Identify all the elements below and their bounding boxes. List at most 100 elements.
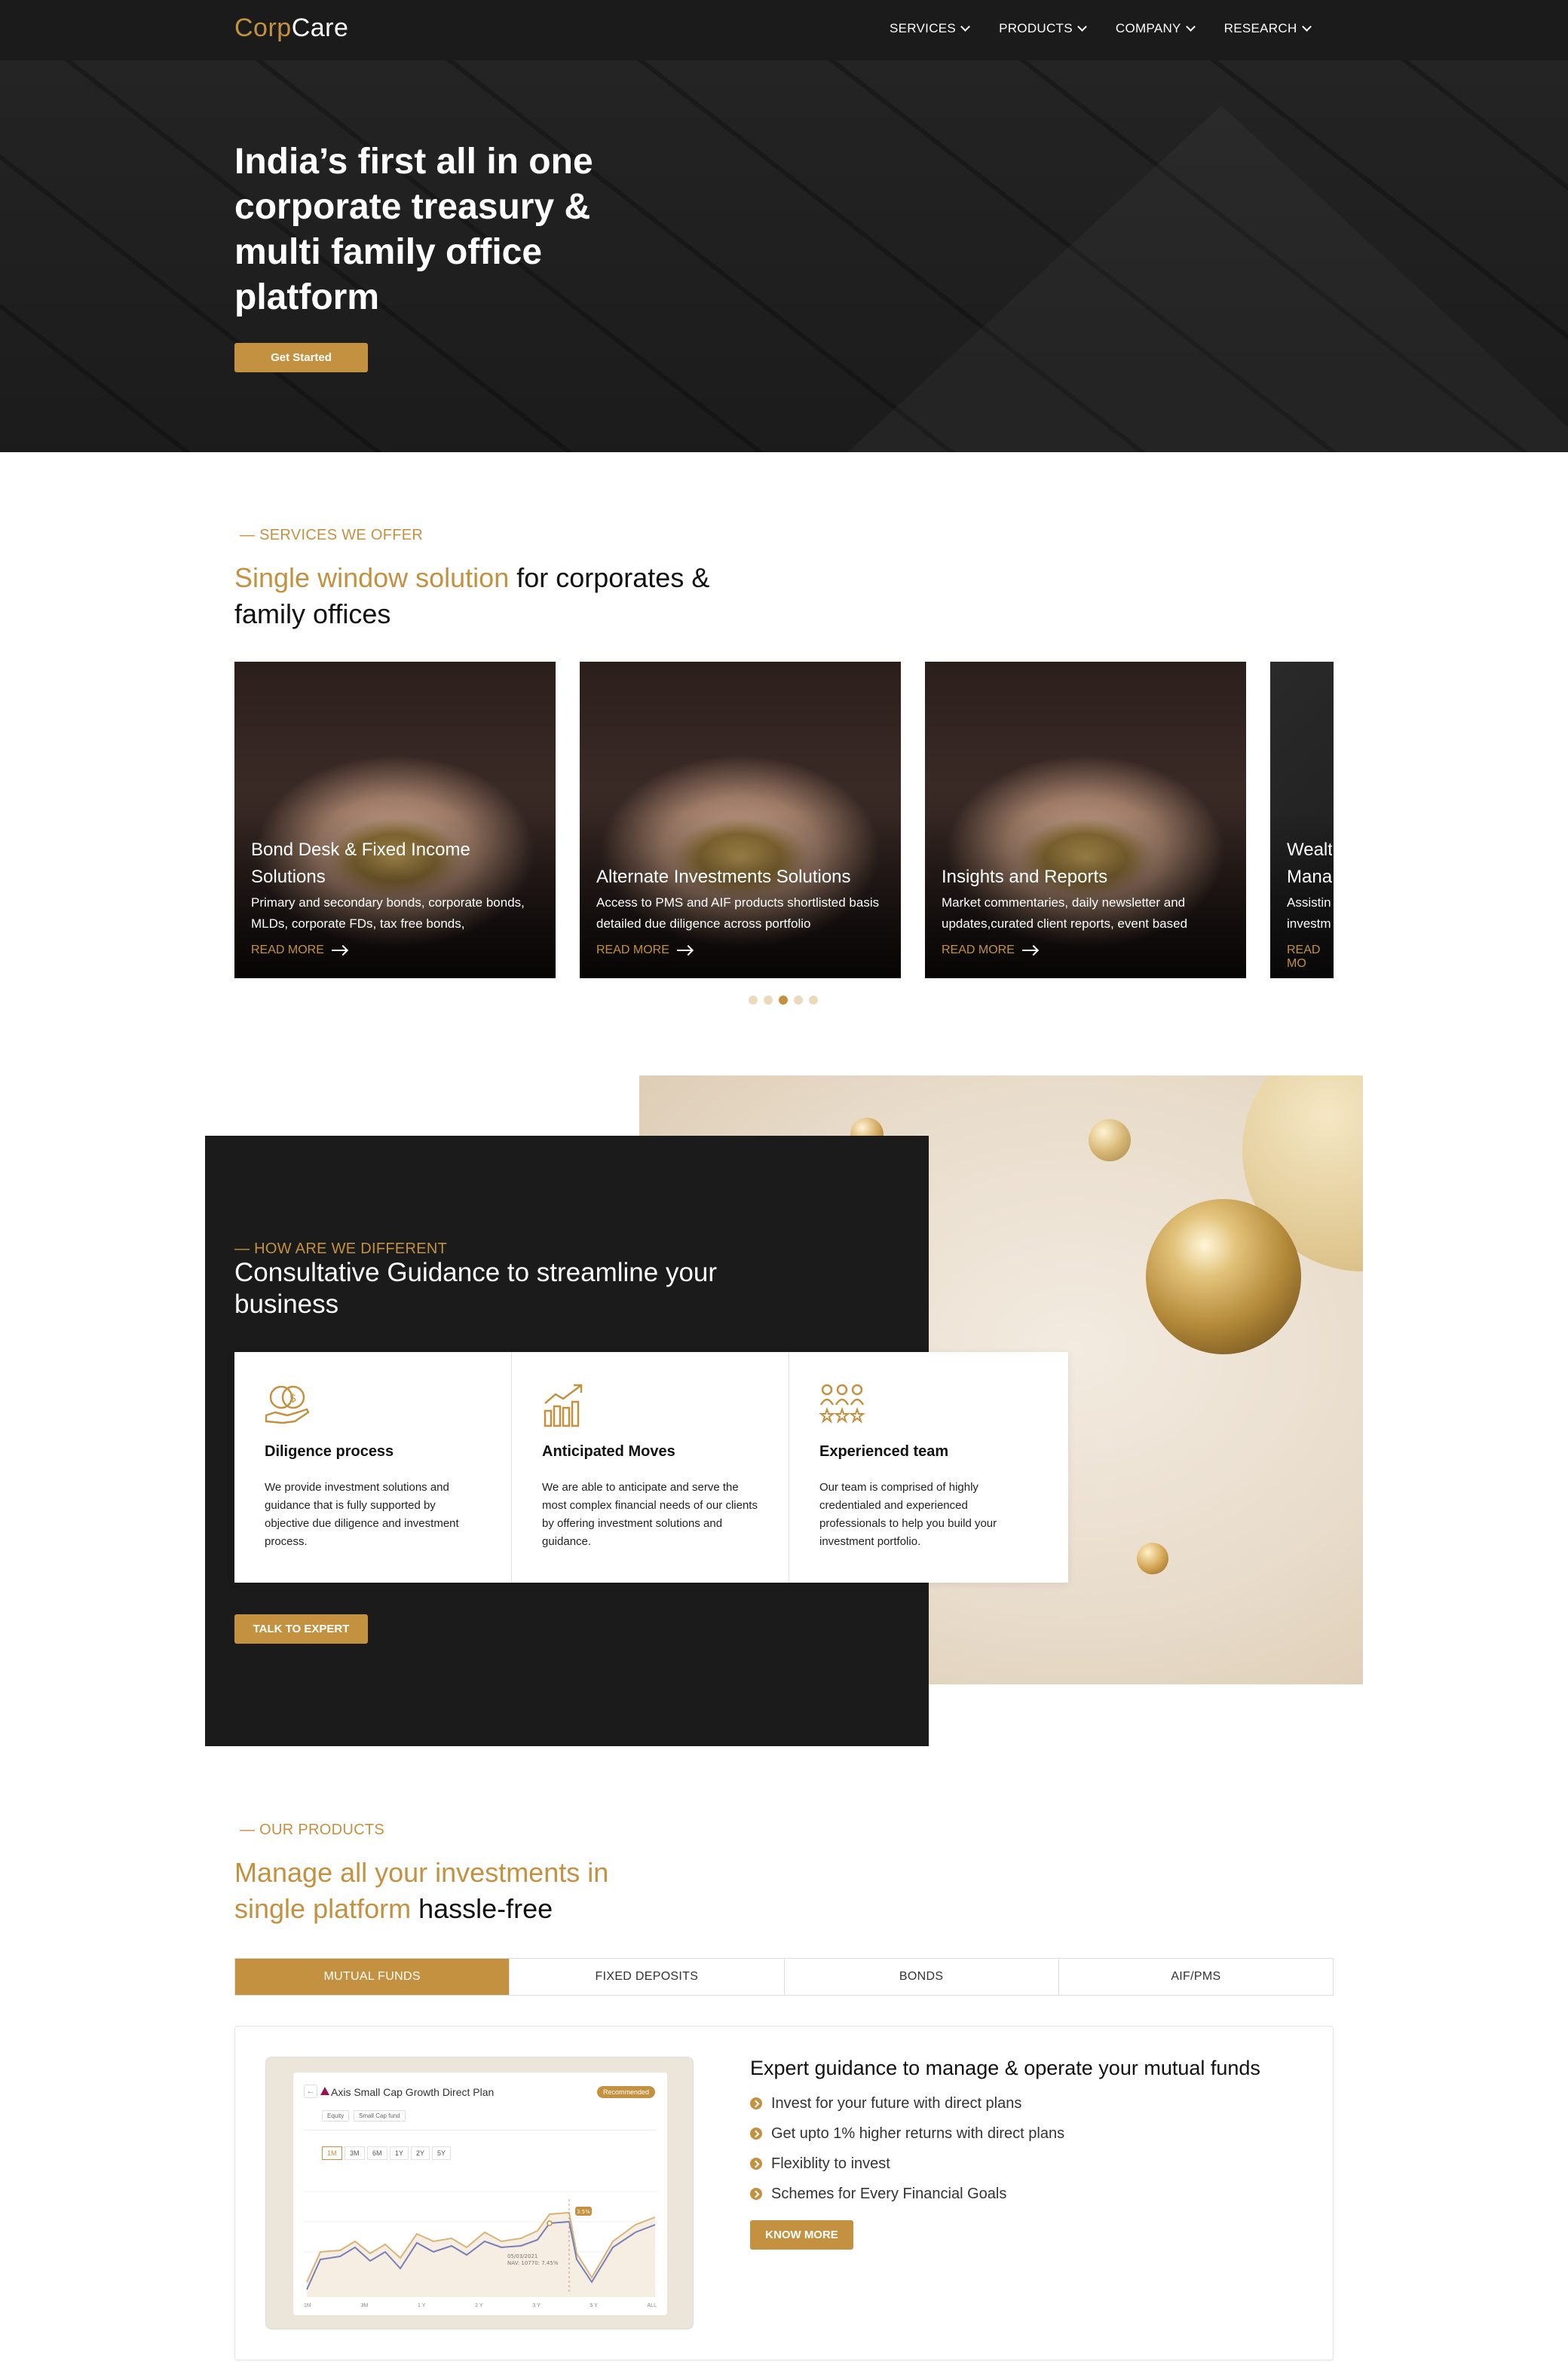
list-item: Get upto 1% higher returns with direct p…	[750, 2118, 1064, 2149]
get-started-button[interactable]: Get Started	[234, 343, 368, 372]
list-item: Flexiblity to invest	[750, 2149, 1064, 2179]
arrow-right-icon	[331, 950, 347, 951]
x-label: 2 Y	[475, 2303, 483, 2308]
feature-description: Our team is comprised of highly credenti…	[819, 1481, 997, 1548]
chevron-down-icon	[1077, 22, 1087, 32]
nav-item-research[interactable]: RESEARCH	[1223, 21, 1312, 36]
card-description: Primary and secondary bonds, corporate b…	[251, 895, 525, 931]
sphere	[1146, 1199, 1301, 1354]
read-more-label: READ MO	[1287, 944, 1321, 970]
nav-item-company[interactable]: COMPANY	[1115, 21, 1196, 36]
mockup-screen: ← Axis Small Cap Growth Direct Plan Reco…	[293, 2073, 667, 2315]
list-item-text: Invest for your future with direct plans	[771, 2094, 1022, 2112]
list-item-text: Flexiblity to invest	[771, 2155, 890, 2172]
fund-name: Axis Small Cap Growth Direct Plan	[331, 2086, 495, 2098]
carousel-dot[interactable]	[749, 996, 758, 1005]
services-eyebrow: — SERVICES WE OFFER	[240, 527, 424, 543]
chart-x-axis: 1M 3M 1 Y 2 Y 3 Y 5 Y ALL	[304, 2303, 657, 2308]
carousel-dot[interactable]	[764, 996, 773, 1005]
chevron-down-icon	[960, 22, 970, 32]
list-item: Invest for your future with direct plans	[750, 2088, 1064, 2118]
products-eyebrow: — OUR PRODUCTS	[240, 1822, 384, 1838]
x-label: 1 Y	[417, 2303, 426, 2308]
chevron-down-icon	[1301, 22, 1312, 32]
read-more-link[interactable]: READ MORE	[251, 944, 347, 957]
tab-fixed-deposits[interactable]: FIXED DEPOSITS	[510, 1959, 785, 1995]
tab-aif-pms[interactable]: AIF/PMS	[1059, 1959, 1333, 1995]
products-title: Manage all your investments in single pl…	[234, 1855, 657, 1927]
read-more-link[interactable]: READ MORE	[942, 944, 1037, 957]
list-item: Schemes for Every Financial Goals	[750, 2179, 1064, 2209]
read-more-label: READ MORE	[251, 944, 324, 956]
nav-menu: SERVICES PRODUCTS COMPANY RESEARCH	[890, 21, 1340, 36]
list-item-text: Schemes for Every Financial Goals	[771, 2185, 1007, 2202]
panel-title: Expert guidance to manage & operate your…	[750, 2057, 1260, 2079]
feature-description: We are able to anticipate and serve the …	[542, 1481, 758, 1548]
different-eyebrow: — HOW ARE WE DIFFERENT	[234, 1240, 448, 1257]
period-button: 1Y	[390, 2146, 409, 2160]
card-title: Alternate Investments Solutions	[596, 867, 851, 887]
services-carousel[interactable]: Bond Desk & Fixed Income Solutions Prima…	[234, 662, 1334, 978]
carousel-dot[interactable]	[794, 996, 803, 1005]
period-button: 5Y	[432, 2146, 452, 2160]
logo-corp: Corp	[234, 14, 292, 42]
service-card[interactable]: Wealth Mana Assistin investm READ MO	[1270, 662, 1334, 978]
arrow-circle-icon	[750, 2188, 762, 2200]
card-title: Insights and Reports	[942, 867, 1108, 887]
read-more-link[interactable]: READ MORE	[596, 944, 692, 957]
list-item-text: Get upto 1% higher returns with direct p…	[771, 2125, 1065, 2142]
tab-mutual-funds[interactable]: MUTUAL FUNDS	[235, 1959, 510, 1995]
back-icon: ←	[304, 2085, 317, 2098]
chart-marker-label: 3.5%	[577, 2209, 590, 2215]
service-card[interactable]: Insights and Reports Market commentaries…	[925, 662, 1246, 978]
feature-card: Anticipated Moves We are able to anticip…	[512, 1352, 789, 1583]
benefits-list: Invest for your future with direct plans…	[750, 2088, 1064, 2209]
logo[interactable]: CorpCare	[234, 14, 348, 43]
products-title-rest: hassle-free	[411, 1893, 553, 1924]
period-button: 1M	[322, 2146, 342, 2160]
nav-item-services[interactable]: SERVICES	[890, 21, 970, 36]
know-more-button[interactable]: KNOW MORE	[750, 2220, 853, 2250]
product-tabs: MUTUAL FUNDS FIXED DEPOSITS BONDS AIF/PM…	[234, 1958, 1334, 1996]
tooltip-date: 05/03/2021	[507, 2253, 537, 2259]
fund-chip: Small Cap fund	[354, 2110, 406, 2122]
sphere	[1137, 1543, 1168, 1574]
x-label: 3M	[360, 2303, 369, 2308]
nav-label: PRODUCTS	[999, 21, 1073, 35]
read-more-label: READ MORE	[942, 944, 1015, 956]
arrow-circle-icon	[750, 2158, 762, 2170]
hero-background-shape	[799, 106, 1568, 452]
period-button: 6M	[367, 2146, 387, 2160]
nav-label: SERVICES	[890, 21, 957, 35]
read-more-label: READ MORE	[596, 944, 669, 956]
chevron-down-icon	[1185, 22, 1196, 32]
features-row: $ Diligence process We provide investmen…	[234, 1352, 1068, 1583]
arrow-right-icon	[1021, 950, 1037, 951]
nav-label: COMPANY	[1115, 21, 1181, 35]
period-button: 3M	[345, 2146, 365, 2160]
read-more-link[interactable]: READ MO	[1287, 944, 1334, 971]
fund-chip: Equity	[322, 2110, 350, 2122]
carousel-dot[interactable]	[809, 996, 818, 1005]
card-description: Access to PMS and AIF products shortlist…	[596, 895, 880, 931]
feature-title: Experienced team	[819, 1443, 949, 1460]
x-label: ALL	[647, 2303, 657, 2308]
arrow-right-icon	[676, 950, 692, 951]
nav-label: RESEARCH	[1223, 21, 1297, 35]
card-title: Wealth Mana	[1287, 840, 1332, 887]
nav-item-products[interactable]: PRODUCTS	[999, 21, 1087, 36]
svg-text:$: $	[289, 1391, 297, 1405]
service-card[interactable]: Bond Desk & Fixed Income Solutions Prima…	[234, 662, 556, 978]
growth-chart-icon	[544, 1384, 583, 1427]
service-card[interactable]: Alternate Investments Solutions Access t…	[580, 662, 901, 978]
mutual-funds-panel: ← Axis Small Cap Growth Direct Plan Reco…	[234, 2026, 1334, 2360]
services-title-highlight: Single window solution	[234, 562, 510, 593]
x-label: 5 Y	[590, 2303, 598, 2308]
nav-chart: 3.5% 05/03/2021 NAV: 10770: 7.45%	[304, 2191, 658, 2297]
app-mockup: ← Axis Small Cap Growth Direct Plan Reco…	[265, 2057, 694, 2330]
carousel-dot-active[interactable]	[779, 996, 788, 1005]
carousel-dots	[749, 996, 818, 1005]
talk-to-expert-button[interactable]: TALK TO EXPERT	[234, 1614, 368, 1644]
period-button: 2Y	[411, 2146, 430, 2160]
tab-bonds[interactable]: BONDS	[785, 1959, 1059, 1995]
